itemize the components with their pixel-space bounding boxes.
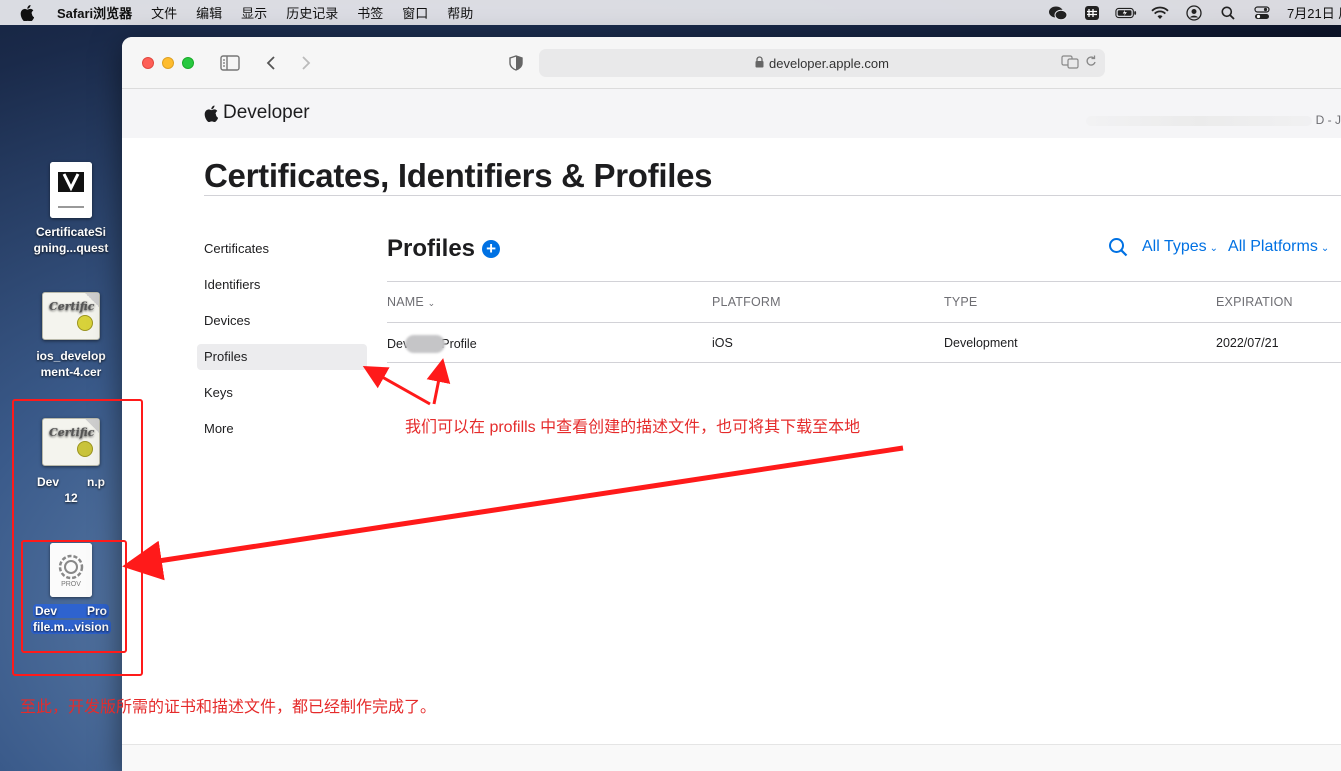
- profile-name-link[interactable]: Dev Profile: [387, 335, 477, 353]
- desktop-file-label-2: gning...quest: [33, 241, 109, 255]
- column-header-expiration: EXPIRATION: [1216, 295, 1293, 309]
- annotation-note-profiles: 我们可以在 profills 中查看创建的描述文件，也可将其下载至本地: [405, 419, 861, 436]
- privacy-shield-icon[interactable]: [505, 52, 527, 74]
- control-center-icon[interactable]: [1251, 5, 1273, 21]
- annotation-note-complete: 至此，开发版所需的证书和描述文件，都已经制作完成了。: [20, 699, 437, 716]
- type-filter-label: All Types: [1142, 238, 1207, 255]
- desktop-file-csr[interactable]: CertificateSi gning...quest: [16, 162, 126, 256]
- apple-menu-icon[interactable]: [20, 4, 40, 21]
- menu-history[interactable]: 历史记录: [286, 3, 338, 22]
- platform-filter-label: All Platforms: [1228, 238, 1318, 255]
- battery-icon[interactable]: [1115, 5, 1137, 21]
- title-divider: [204, 195, 1341, 196]
- menu-edit[interactable]: 编辑: [196, 3, 222, 22]
- back-button[interactable]: [260, 52, 282, 74]
- platform-filter-dropdown[interactable]: All Platforms ⌄: [1228, 238, 1329, 256]
- sidebar-toggle-icon[interactable]: [219, 52, 241, 74]
- reload-icon[interactable]: [1085, 54, 1097, 71]
- section-title: Profiles: [387, 235, 476, 262]
- side-navigation: Certificates Identifiers Devices Profile…: [197, 236, 367, 452]
- section-header: Profiles +: [387, 235, 501, 263]
- sidebar-item-keys[interactable]: Keys: [197, 380, 367, 406]
- zoom-window-button[interactable]: [182, 57, 194, 69]
- developer-logo[interactable]: Developer: [204, 102, 310, 124]
- desktop-file-cer[interactable]: Certific ios_develop ment-4.cer: [16, 292, 126, 380]
- profile-type: Development: [944, 336, 1018, 350]
- account-name[interactable]: D - J: [1086, 113, 1341, 127]
- safari-window: developer.apple.com Developer D - J Cert…: [122, 37, 1341, 771]
- sidebar-item-profiles[interactable]: Profiles: [197, 344, 367, 370]
- lock-icon: [755, 55, 764, 71]
- user-account-icon[interactable]: [1183, 4, 1205, 21]
- menu-file[interactable]: 文件: [151, 3, 177, 22]
- search-icon[interactable]: [1108, 237, 1128, 257]
- redacted-account: [1086, 115, 1313, 126]
- url-text: developer.apple.com: [769, 55, 889, 71]
- column-header-type: TYPE: [944, 295, 978, 309]
- column-header-platform: PLATFORM: [712, 295, 781, 309]
- certificate-icon: Certific: [42, 292, 100, 340]
- sidebar-item-identifiers[interactable]: Identifiers: [197, 272, 367, 298]
- menu-bookmarks[interactable]: 书签: [357, 3, 383, 22]
- desktop-file-label: CertificateSi: [35, 225, 107, 239]
- sidebar-item-more[interactable]: More: [197, 416, 367, 442]
- menu-window[interactable]: 窗口: [402, 3, 428, 22]
- column-header-name[interactable]: NAME ⌄: [387, 295, 435, 309]
- desktop-file-label: ios_develop: [36, 349, 106, 363]
- type-filter-dropdown[interactable]: All Types ⌄: [1142, 238, 1218, 256]
- profile-platform: iOS: [712, 336, 733, 350]
- account-tail: D - J: [1315, 113, 1341, 127]
- profiles-table: NAME ⌄ PLATFORM TYPE EXPIRATION Dev Prof…: [387, 281, 1341, 363]
- address-bar[interactable]: developer.apple.com: [539, 49, 1105, 77]
- app-menu[interactable]: Safari浏览器: [57, 3, 132, 22]
- close-window-button[interactable]: [142, 57, 154, 69]
- filter-bar: All Types ⌄ All Platforms ⌄: [1108, 237, 1339, 257]
- forward-button[interactable]: [295, 52, 317, 74]
- table-row[interactable]: Dev Profile iOS Development 2022/07/21: [387, 322, 1341, 363]
- page-footer: [122, 744, 1341, 771]
- translate-icon[interactable]: [1061, 55, 1079, 72]
- chevron-down-icon: ⌄: [1209, 243, 1219, 254]
- menu-help[interactable]: 帮助: [447, 3, 473, 22]
- profile-expiration: 2022/07/21: [1216, 336, 1279, 350]
- apple-logo-icon: [204, 105, 218, 122]
- add-profile-button[interactable]: +: [482, 240, 501, 258]
- menu-view[interactable]: 显示: [241, 3, 267, 22]
- chevron-down-icon: ⌄: [1320, 243, 1330, 254]
- wechat-icon[interactable]: [1047, 5, 1069, 21]
- sidebar-item-certificates[interactable]: Certificates: [197, 236, 367, 262]
- spotlight-search-icon[interactable]: [1217, 5, 1239, 21]
- annotation-inner-box: [21, 540, 127, 653]
- desktop-file-label-2: ment-4.cer: [40, 365, 102, 379]
- sidebar-item-devices[interactable]: Devices: [197, 308, 367, 334]
- minimize-window-button[interactable]: [162, 57, 174, 69]
- table-header-row: NAME ⌄ PLATFORM TYPE EXPIRATION: [387, 281, 1341, 322]
- menu-bar: Safari浏览器 文件 编辑 显示 历史记录 书签 窗口 帮助 7月21日 周: [0, 0, 1341, 25]
- brand-label: Developer: [223, 102, 310, 123]
- redacted-name: [405, 335, 446, 353]
- input-method-icon[interactable]: [1081, 5, 1103, 21]
- menu-clock[interactable]: 7月21日 周: [1287, 3, 1341, 22]
- profile-name-end: Profile: [441, 337, 477, 351]
- page-title: Certificates, Identifiers & Profiles: [204, 157, 713, 194]
- wifi-icon[interactable]: [1149, 5, 1171, 21]
- keychain-document-icon: [50, 162, 92, 218]
- browser-toolbar: developer.apple.com: [122, 37, 1341, 89]
- developer-nav: Developer D - J: [122, 89, 1341, 138]
